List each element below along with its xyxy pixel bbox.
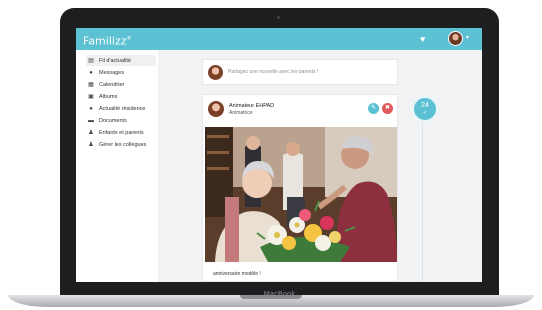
avatar bbox=[208, 101, 224, 117]
post-composer[interactable]: Partagez une nouvelle avec les parents ! bbox=[202, 59, 398, 85]
document-icon: ▬ bbox=[88, 117, 94, 124]
sidebar-item-enfants-parents[interactable]: ♟ Enfants et parents bbox=[86, 127, 156, 138]
top-bar: Familizz® ♥ ▾ bbox=[76, 28, 482, 50]
newsfeed-icon: ▤ bbox=[88, 57, 94, 64]
delete-icon[interactable]: ✖ bbox=[382, 103, 393, 114]
sidebar-item-label: Actualité résidence bbox=[99, 105, 146, 112]
sidebar-item-documents[interactable]: ▬ Documents bbox=[86, 115, 156, 126]
brand-logo[interactable]: Familizz® bbox=[83, 33, 132, 48]
album-icon: ▣ bbox=[88, 93, 94, 100]
composer-placeholder[interactable]: Partagez une nouvelle avec les parents ! bbox=[228, 69, 318, 75]
sidebar-item-label: Messages bbox=[99, 69, 125, 76]
brand-text: Familizz bbox=[83, 34, 127, 48]
sidebar-item-messages[interactable]: ● Messages bbox=[86, 67, 156, 78]
birthday-photo-illustration bbox=[205, 127, 397, 262]
post-card: Animateur EHPAD Animatrice ✎ ✖ anniversa… bbox=[202, 94, 398, 282]
post-photo[interactable] bbox=[205, 127, 397, 262]
chat-icon: ● bbox=[89, 69, 93, 76]
sidebar-item-fil-actualite[interactable]: ▤ Fil d'actualité bbox=[86, 55, 156, 66]
sidebar-item-label: Fil d'actualité bbox=[99, 57, 131, 64]
colleague-icon: ♟ bbox=[88, 141, 94, 148]
timeline-day: 24 bbox=[421, 102, 429, 109]
user-avatar[interactable] bbox=[448, 31, 463, 46]
sidebar: ▤ Fil d'actualité ● Messages ▦ Calendrie… bbox=[76, 50, 158, 282]
check-icon: ✓ bbox=[422, 110, 428, 116]
sidebar-item-calendrier[interactable]: ▦ Calendrier bbox=[86, 79, 156, 90]
post-caption: anniversaire modèle ! bbox=[213, 271, 261, 277]
post-author: Animateur EHPAD bbox=[229, 103, 275, 109]
calendar-icon: ▦ bbox=[88, 81, 94, 88]
sidebar-item-gerer-collegues[interactable]: ♟ Gérer les collègues bbox=[86, 139, 156, 150]
timeline-date-badge: 24 ✓ bbox=[412, 96, 438, 122]
sidebar-item-albums[interactable]: ▣ Albums bbox=[86, 91, 156, 102]
heart-icon[interactable]: ♥ bbox=[420, 34, 425, 44]
sidebar-item-label: Calendrier bbox=[99, 81, 125, 88]
timeline-line bbox=[422, 108, 423, 282]
avatar bbox=[208, 65, 223, 80]
sidebar-item-actualite-residence[interactable]: ● Actualité résidence bbox=[86, 103, 156, 114]
people-icon: ♟ bbox=[88, 129, 94, 136]
sidebar-item-label: Albums bbox=[99, 93, 118, 100]
news-icon: ● bbox=[89, 105, 93, 112]
chevron-down-icon[interactable]: ▾ bbox=[466, 35, 469, 42]
sidebar-item-label: Gérer les collègues bbox=[99, 141, 147, 148]
camera-dot bbox=[277, 16, 280, 19]
device-label: MacBook bbox=[263, 291, 296, 298]
sidebar-item-label: Documents bbox=[99, 117, 127, 124]
app-screen: Familizz® ♥ ▾ ▤ Fil d'actualité ● Messag… bbox=[76, 28, 482, 282]
sidebar-item-label: Enfants et parents bbox=[99, 129, 144, 136]
edit-icon[interactable]: ✎ bbox=[368, 103, 379, 114]
post-author-role: Animatrice bbox=[229, 110, 253, 116]
brand-mark: ® bbox=[126, 36, 132, 42]
